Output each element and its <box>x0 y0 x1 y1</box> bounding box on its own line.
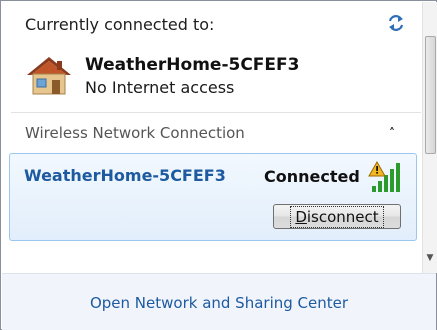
section-divider <box>11 112 421 113</box>
wifi-signal-warning-icon <box>368 160 400 192</box>
network-item-status: Connected <box>264 167 360 186</box>
flyout-header-title: Currently connected to: <box>25 15 215 34</box>
network-list-item[interactable]: WeatherHome-5CFEF3 Connected Disconnect <box>9 153 417 241</box>
open-network-center-link[interactable]: Open Network and Sharing Center <box>2 294 436 312</box>
refresh-icon[interactable] <box>386 13 406 33</box>
vertical-scrollbar[interactable]: ▼ <box>422 2 437 273</box>
flyout-footer: Open Network and Sharing Center <box>2 273 436 330</box>
network-item-name: WeatherHome-5CFEF3 <box>24 166 226 185</box>
scroll-down-icon[interactable]: ▼ <box>425 253 435 265</box>
disconnect-button[interactable]: Disconnect <box>273 204 401 229</box>
disconnect-button-label: Disconnect <box>290 205 384 228</box>
current-network-status: No Internet access <box>85 78 235 97</box>
current-network-name: WeatherHome-5CFEF3 <box>85 55 300 75</box>
home-network-icon <box>27 57 71 95</box>
network-flyout: Currently connected to: WeatherHome-5CFE… <box>0 0 437 330</box>
scrollbar-thumb[interactable] <box>425 36 436 154</box>
section-label: Wireless Network Connection <box>25 124 245 142</box>
chevron-up-icon[interactable]: ˄ <box>389 126 401 140</box>
